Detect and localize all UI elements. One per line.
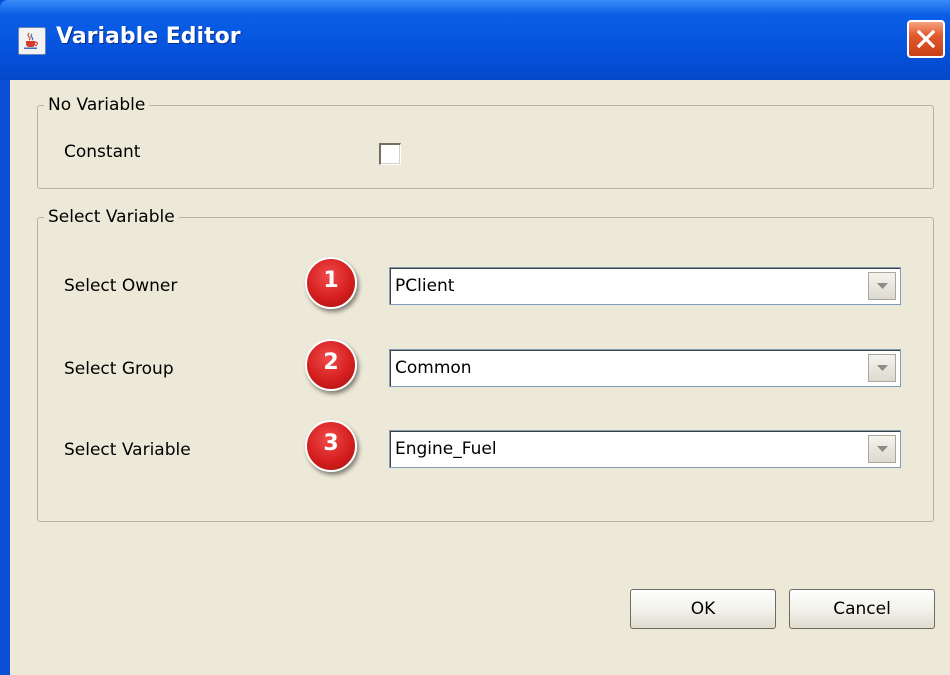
java-cup-icon [18, 27, 46, 55]
no-variable-group: No Variable Constant [37, 95, 934, 189]
constant-label: Constant [64, 142, 141, 162]
select-owner-value: PClient [395, 276, 455, 296]
close-icon [916, 29, 936, 49]
close-button[interactable] [907, 20, 945, 58]
chevron-down-icon [877, 283, 888, 289]
step-1-badge: 1 [305, 257, 361, 313]
select-owner-dropdown-button[interactable] [868, 272, 896, 300]
select-variable-combobox[interactable]: Engine_Fuel [389, 430, 901, 468]
title-bar[interactable]: Variable Editor [0, 0, 950, 80]
ok-button[interactable]: OK [630, 589, 776, 629]
select-variable-legend: Select Variable [44, 207, 179, 227]
step-3-badge: 3 [305, 420, 361, 476]
variable-editor-window: Variable Editor No Variable Constant Sel… [0, 0, 950, 675]
cancel-button[interactable]: Cancel [789, 589, 935, 629]
constant-checkbox[interactable] [379, 143, 401, 165]
select-owner-combobox[interactable]: PClient [389, 267, 901, 305]
step-2-badge: 2 [305, 339, 361, 395]
select-variable-dropdown-button[interactable] [868, 435, 896, 463]
select-group-dropdown-button[interactable] [868, 354, 896, 382]
select-variable-group: Select Variable Select Owner 1 PClient S… [37, 207, 934, 522]
no-variable-legend: No Variable [44, 95, 150, 115]
window-title: Variable Editor [56, 24, 241, 49]
select-group-combobox[interactable]: Common [389, 349, 901, 387]
chevron-down-icon [877, 446, 888, 452]
select-variable-label: Select Variable [64, 440, 191, 460]
select-owner-label: Select Owner [64, 276, 178, 296]
select-group-label: Select Group [64, 359, 174, 379]
dialog-body: No Variable Constant Select Variable Sel… [10, 80, 950, 675]
chevron-down-icon [877, 365, 888, 371]
select-group-value: Common [395, 358, 472, 378]
select-variable-value: Engine_Fuel [395, 439, 497, 459]
